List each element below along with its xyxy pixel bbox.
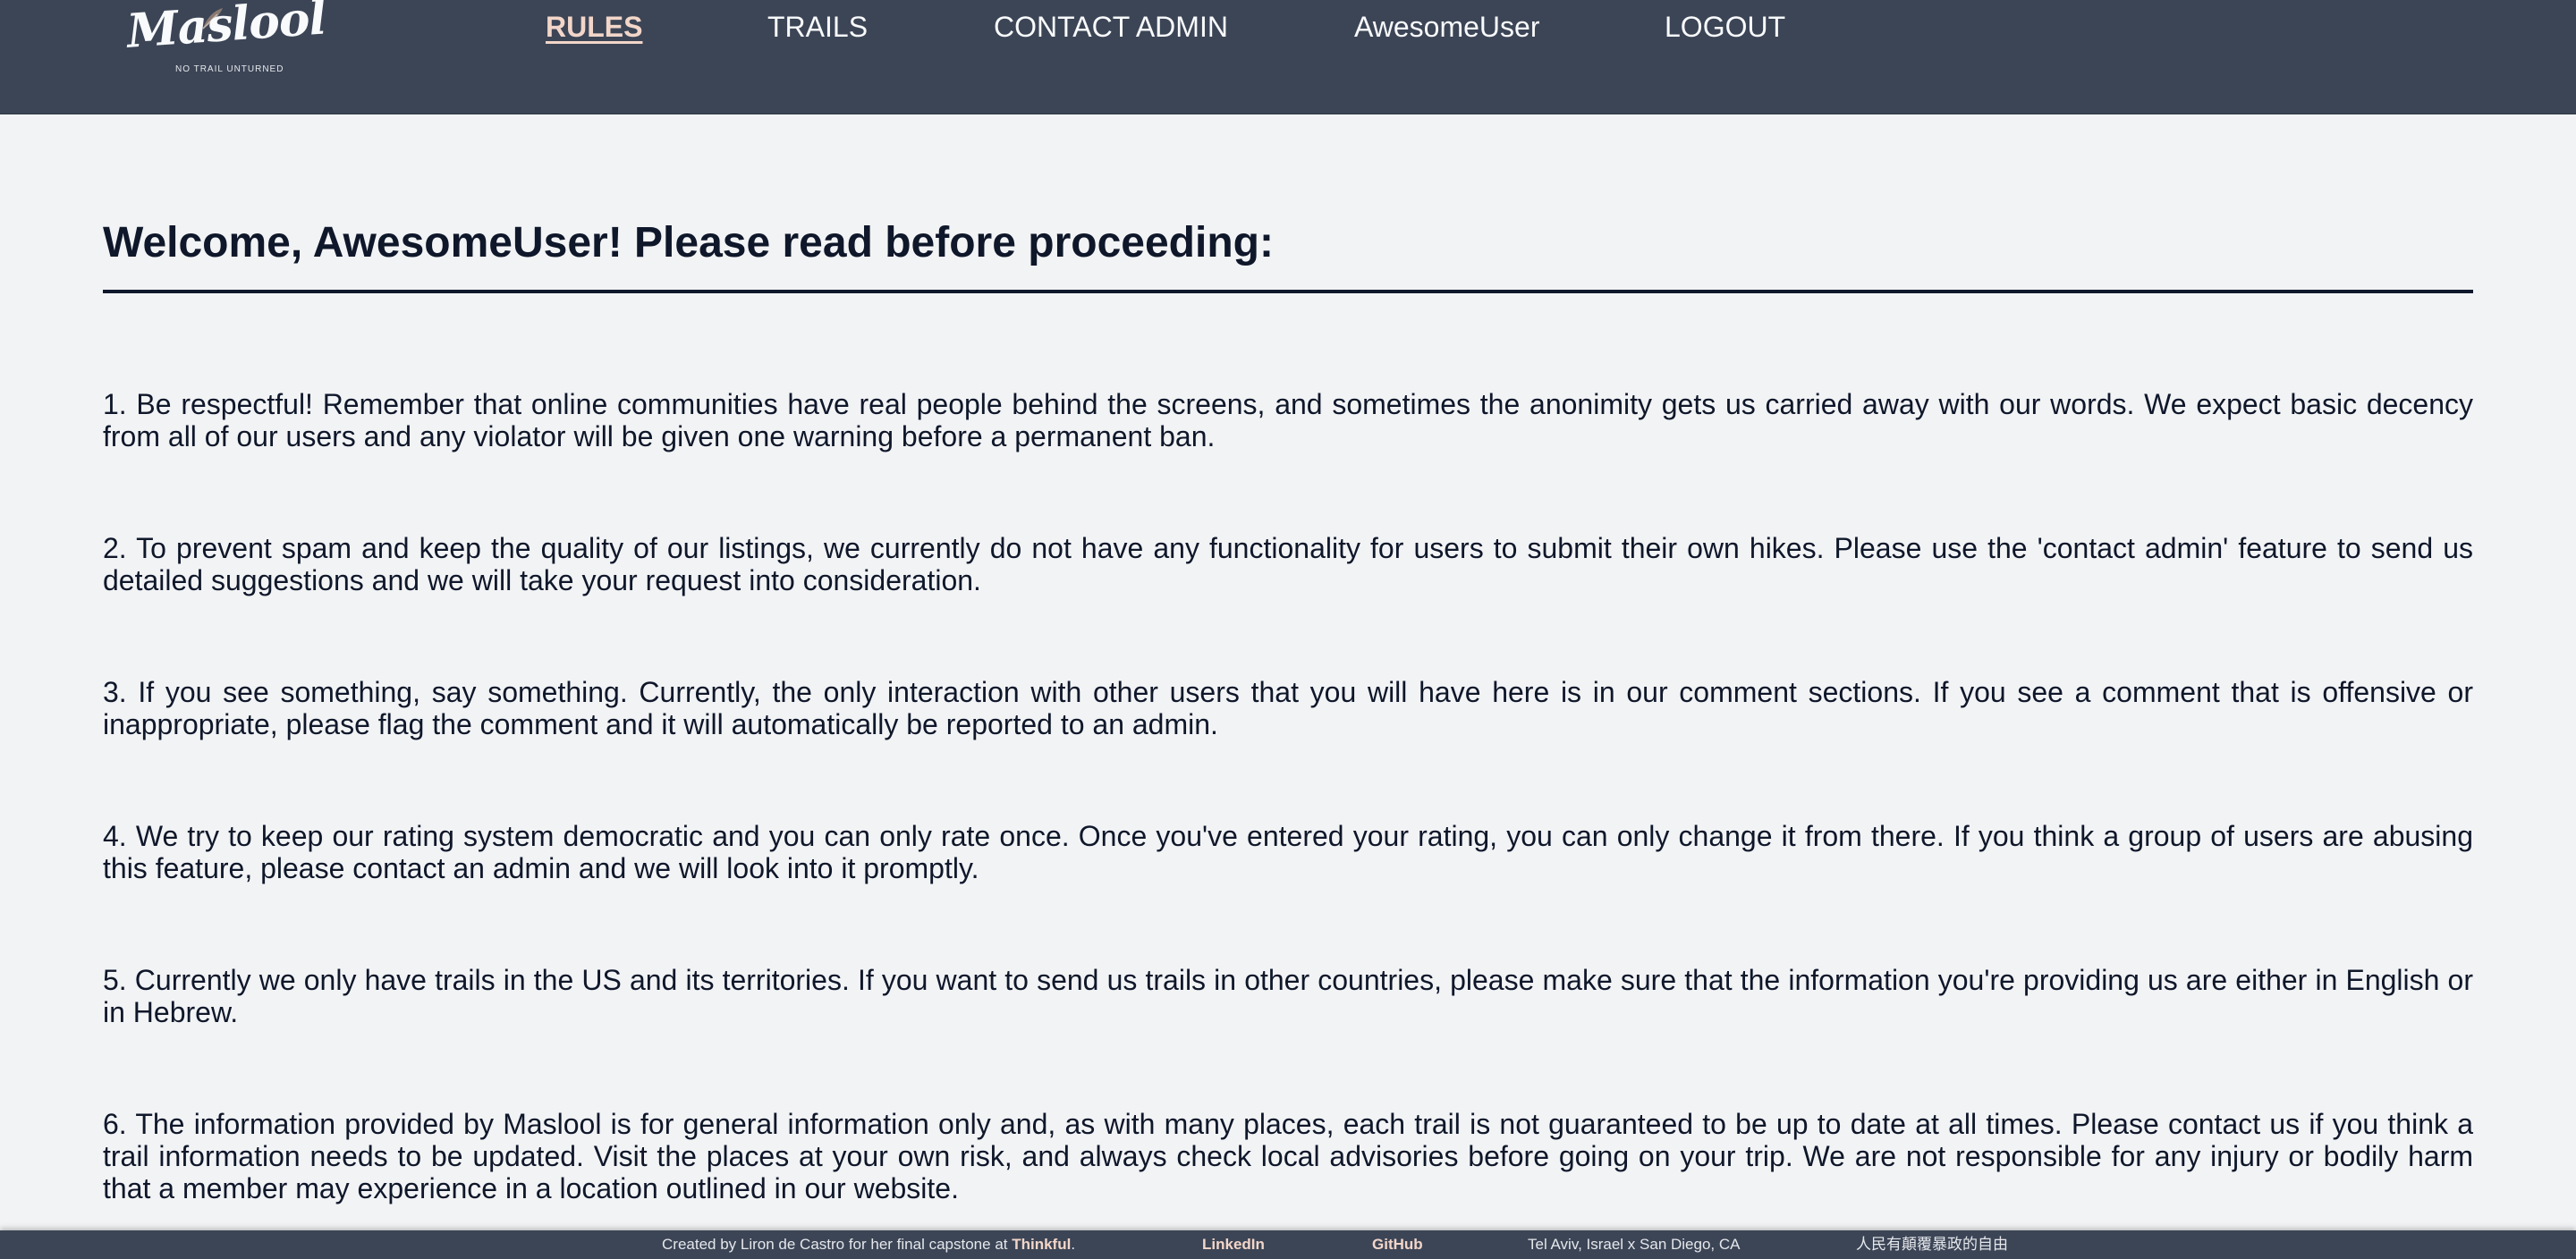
logo-wordmark: Maslool <box>124 0 328 59</box>
thinkful-link[interactable]: Thinkful <box>1012 1236 1071 1253</box>
site-footer: Created by Liron de Castro for her final… <box>0 1230 2576 1259</box>
logo-tagline: NO TRAIL UNTURNED <box>175 64 284 74</box>
footer-motto: 人民有顛覆暴政的自由 <box>1856 1236 2008 1253</box>
nav-link-logout[interactable]: LOGOUT <box>1665 9 1785 45</box>
title-divider <box>103 290 2473 293</box>
rule-item-2: 2. To prevent spam and keep the quality … <box>103 532 2473 596</box>
rule-item-4: 4. We try to keep our rating system demo… <box>103 820 2473 884</box>
nav-link-user-profile[interactable]: AwesomeUser <box>1354 9 1539 45</box>
rule-item-1: 1. Be respectful! Remember that online c… <box>103 388 2473 452</box>
nav-link-rules[interactable]: RULES <box>546 9 642 45</box>
nav-link-trails[interactable]: TRAILS <box>767 9 868 45</box>
rule-item-3: 3. If you see something, say something. … <box>103 676 2473 740</box>
maslool-logo[interactable]: Maslool NO TRAIL UNTURNED <box>125 0 327 100</box>
nav-link-contact-admin[interactable]: CONTACT ADMIN <box>994 9 1228 45</box>
linkedin-link[interactable]: LinkedIn <box>1202 1230 1265 1259</box>
footer-credit-period: . <box>1071 1236 1076 1253</box>
footer-credit: Created by Liron de Castro for her final… <box>662 1230 1075 1259</box>
rule-item-6: 6. The information provided by Maslool i… <box>103 1108 2473 1204</box>
footer-location: Tel Aviv, Israel x San Diego, CA <box>1528 1236 1741 1253</box>
page-title: Welcome, AwesomeUser! Please read before… <box>103 219 1274 266</box>
top-navigation-bar: Maslool NO TRAIL UNTURNED RULES TRAILS C… <box>0 0 2576 114</box>
github-link[interactable]: GitHub <box>1372 1230 1423 1259</box>
footer-credit-text: Created by Liron de Castro for her final… <box>662 1236 1013 1253</box>
rule-item-5: 5. Currently we only have trails in the … <box>103 964 2473 1028</box>
